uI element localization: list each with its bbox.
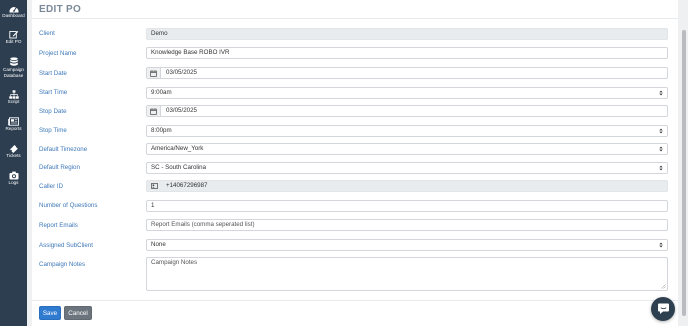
sidebar-item-label: Edit PO [5, 39, 22, 44]
select-caret-icon [659, 146, 663, 152]
campaign-notes-placeholder: Campaign Notes [151, 259, 198, 266]
project-name-input[interactable]: Knowledge Base ROBO IVR [146, 47, 668, 59]
sidebar-item-tickets[interactable]: Tickets [0, 144, 27, 159]
default-region-select[interactable]: SC - South Carolina [146, 162, 668, 174]
assigned-subclient-label: Assigned SubClient [39, 242, 94, 249]
client-label: Client [39, 30, 55, 37]
start-date-value: 03/05/2025 [166, 69, 197, 76]
sidebar-item-edit-po[interactable]: Edit PO [0, 30, 27, 45]
newspaper-icon [8, 117, 19, 126]
dashboard-icon [9, 7, 18, 13]
stop-time-select[interactable]: 8:00pm [146, 125, 668, 137]
stop-time-value: 8:00pm [151, 127, 172, 134]
sidebar-item-campaign-database[interactable]: Campaign Database [0, 57, 27, 78]
divider [32, 300, 678, 301]
scrollbar-thumb[interactable] [682, 30, 686, 316]
number-of-questions-label: Number of Questions [39, 202, 98, 209]
start-time-value: 9:00am [151, 89, 172, 96]
sidebar-item-label: Tickets [6, 153, 21, 158]
default-region-value: SC - South Carolina [151, 164, 207, 171]
sidebar-item-logs[interactable]: Logs [0, 171, 27, 186]
project-name-label: Project Name [39, 50, 77, 57]
edit-po-panel: EDIT PO Client Demo Project Name Knowled… [32, 0, 678, 326]
campaign-notes-textarea[interactable]: Campaign Notes [146, 257, 668, 291]
select-caret-icon [659, 242, 663, 248]
report-emails-input[interactable]: Report Emails (comma seperated list) [146, 219, 668, 231]
select-caret-icon [659, 165, 663, 171]
report-emails-placeholder: Report Emails (comma seperated list) [151, 221, 255, 228]
default-timezone-value: America/New_York [151, 145, 204, 152]
report-emails-label: Report Emails [39, 222, 78, 229]
default-timezone-select[interactable]: America/New_York [146, 143, 668, 155]
camera-icon [9, 171, 18, 180]
id-card-icon [147, 181, 161, 191]
stop-date-value: 03/05/2025 [166, 107, 197, 114]
campaign-notes-label: Campaign Notes [39, 261, 86, 268]
calendar-icon[interactable] [147, 106, 161, 116]
assigned-subclient-select[interactable]: None [146, 239, 668, 251]
calendar-icon[interactable] [147, 68, 161, 78]
start-date-label: Start Date [39, 70, 67, 77]
default-timezone-label: Default Timezone [39, 146, 88, 153]
sidebar-item-label: Script [7, 99, 20, 104]
caller-id-field: +14067296987 [146, 180, 668, 192]
assigned-subclient-value: None [151, 241, 166, 248]
caller-id-value: +14067296987 [166, 182, 208, 189]
select-caret-icon [659, 90, 663, 96]
database-icon [9, 57, 18, 66]
number-of-questions-input[interactable]: 1 [146, 200, 668, 212]
ticket-icon [9, 145, 18, 153]
sidebar-item-label: Database [3, 72, 24, 78]
start-time-label: Start Time [39, 89, 68, 96]
edit-icon [8, 31, 18, 39]
sidebar-item-script[interactable]: Script [0, 90, 27, 105]
sitemap-icon [8, 90, 19, 99]
save-button[interactable]: Save [39, 306, 61, 320]
sidebar-item-reports[interactable]: Reports [0, 117, 27, 132]
page-title: EDIT PO [39, 4, 82, 15]
cancel-button[interactable]: Cancel [64, 306, 92, 320]
divider [32, 18, 678, 19]
number-of-questions-value: 1 [151, 202, 155, 209]
sidebar: Dashboard Edit PO Campaign Database Scri… [0, 0, 27, 326]
project-name-value: Knowledge Base ROBO IVR [151, 49, 230, 56]
stop-time-label: Stop Time [39, 127, 67, 134]
start-time-select[interactable]: 9:00am [146, 87, 668, 99]
sidebar-item-label: Campaign [3, 67, 24, 72]
select-caret-icon [659, 128, 663, 134]
sidebar-item-label: Reports [5, 126, 22, 131]
start-date-input[interactable]: 03/05/2025 [146, 67, 668, 79]
stop-date-label: Stop Date [39, 108, 67, 115]
client-value: Demo [151, 30, 168, 37]
caller-id-label: Caller ID [39, 183, 64, 190]
default-region-label: Default Region [39, 164, 80, 171]
chat-button[interactable] [651, 297, 675, 321]
chat-icon [657, 303, 669, 314]
resize-handle-icon[interactable] [661, 284, 666, 289]
stop-date-input[interactable]: 03/05/2025 [146, 105, 668, 117]
sidebar-item-label: Logs [8, 180, 19, 185]
sidebar-item-label: Dashboard [2, 13, 25, 18]
sidebar-item-dashboard[interactable]: Dashboard [0, 4, 27, 19]
client-field: Demo [146, 28, 668, 40]
